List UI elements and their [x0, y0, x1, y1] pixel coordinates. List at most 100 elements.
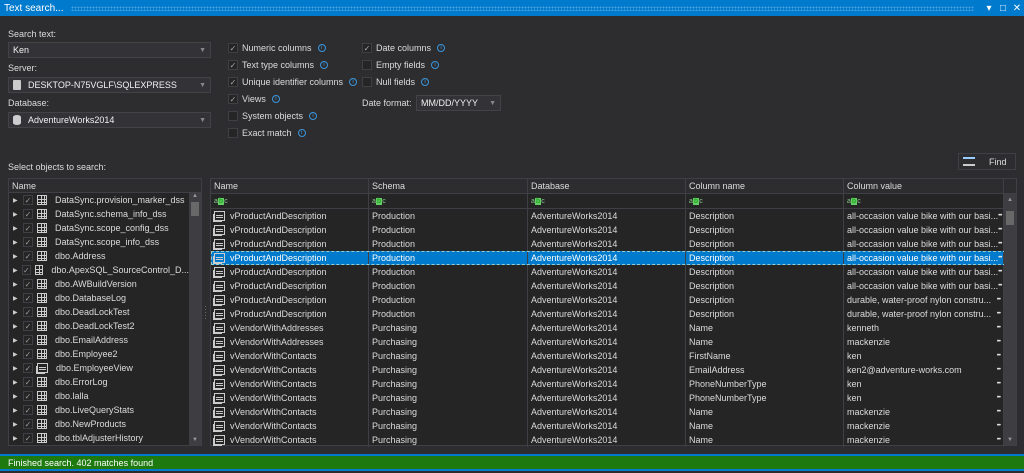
result-row[interactable]: vVendorWithContacts Purchasing AdventureWo…: [211, 377, 1016, 391]
more-button[interactable]: •••: [997, 353, 1001, 359]
option-date-columns[interactable]: ✓ Date columns i: [362, 41, 446, 54]
result-row[interactable]: vVendorWithContacts Purchasing AdventureWo…: [211, 391, 1016, 405]
more-button[interactable]: •••: [997, 409, 1001, 415]
info-icon[interactable]: i: [421, 77, 430, 86]
scroll-up-icon[interactable]: ▲: [1004, 197, 1016, 203]
scroll-thumb[interactable]: [191, 202, 199, 216]
tree-item[interactable]: ▶ ✓ dbo.lalla: [9, 389, 189, 403]
more-button[interactable]: •••: [998, 255, 1002, 261]
expand-arrow-icon[interactable]: ▶: [13, 225, 19, 232]
option-null-fields[interactable]: Null fields i: [362, 75, 445, 88]
info-icon[interactable]: i: [349, 77, 358, 86]
expand-arrow-icon[interactable]: ▶: [13, 421, 19, 428]
result-row[interactable]: vProductAndDescription Production Adventur…: [211, 223, 1016, 237]
checkbox[interactable]: ✓: [23, 195, 33, 205]
checkbox[interactable]: ✓: [23, 279, 33, 289]
expand-arrow-icon[interactable]: ▶: [13, 351, 19, 358]
chevron-down-icon[interactable]: ▼: [199, 47, 206, 54]
scroll-down-icon[interactable]: ▼: [1004, 437, 1016, 443]
checkbox[interactable]: ✓: [228, 93, 238, 104]
tree-item[interactable]: ▶ ✓ dbo.tblAdjusterHistory: [9, 431, 189, 445]
filter-cell[interactable]: abc: [528, 194, 686, 208]
chevron-down-icon[interactable]: ▼: [489, 100, 496, 107]
result-row[interactable]: vVendorWithContacts Purchasing AdventureWo…: [211, 419, 1016, 433]
more-button[interactable]: •••: [998, 283, 1002, 289]
scroll-down-icon[interactable]: ▼: [189, 437, 201, 443]
checkbox[interactable]: ✓: [228, 76, 238, 87]
result-row[interactable]: vProductAndDescription Production Adventur…: [211, 307, 1016, 321]
drag-grip[interactable]: [71, 5, 974, 11]
more-button[interactable]: •••: [997, 437, 1001, 443]
splitter-handle[interactable]: [204, 305, 207, 319]
search-text-combo[interactable]: Ken ▼: [8, 42, 211, 58]
info-icon[interactable]: i: [309, 111, 318, 120]
checkbox[interactable]: [228, 110, 238, 121]
expand-arrow-icon[interactable]: ▶: [13, 253, 19, 260]
checkbox[interactable]: ✓: [228, 59, 238, 70]
tree-item[interactable]: ▶ ✓ dbo.NewProducts: [9, 417, 189, 431]
maximize-icon[interactable]: □: [996, 3, 1010, 14]
filter-icon[interactable]: abc: [214, 197, 228, 205]
option-numeric-columns[interactable]: ✓ Numeric columns i: [228, 41, 357, 54]
expand-arrow-icon[interactable]: ▶: [13, 337, 19, 344]
checkbox[interactable]: ✓: [23, 209, 33, 219]
checkbox[interactable]: ✓: [23, 405, 33, 415]
result-row[interactable]: vVendorWithContacts Purchasing AdventureWo…: [211, 349, 1016, 363]
option-empty-fields[interactable]: Empty fields i: [362, 58, 445, 71]
column-header-column-name[interactable]: Column name: [686, 179, 844, 193]
checkbox[interactable]: ✓: [23, 237, 33, 247]
filter-cell[interactable]: abc: [686, 194, 844, 208]
checkbox[interactable]: [362, 59, 372, 70]
column-header-column-value[interactable]: Column value: [844, 179, 1004, 193]
chevron-down-icon[interactable]: ▼: [199, 82, 206, 89]
dropdown-icon[interactable]: ▾: [982, 3, 996, 14]
option-text-type-columns[interactable]: ✓ Text type columns i: [228, 58, 357, 71]
tree-item[interactable]: ▶ ✓ DataSync.scope_config_dss: [9, 221, 189, 235]
expand-arrow-icon[interactable]: ▶: [13, 379, 19, 386]
info-icon[interactable]: i: [317, 43, 326, 52]
more-button[interactable]: •••: [998, 227, 1002, 233]
checkbox[interactable]: ✓: [23, 391, 33, 401]
tree-item[interactable]: ▶ ✓ dbo.DatabaseLog: [9, 291, 189, 305]
filter-icon[interactable]: abc: [847, 197, 861, 205]
server-combo[interactable]: DESKTOP-N75VGLF\SQLEXPRESS ▼: [8, 77, 211, 93]
expand-arrow-icon[interactable]: ▶: [13, 239, 19, 246]
info-icon[interactable]: i: [320, 60, 329, 69]
checkbox[interactable]: ✓: [228, 42, 238, 53]
tree-item[interactable]: ▶ ✓ dbo.AWBuildVersion: [9, 277, 189, 291]
tree-item[interactable]: ▶ ✓ dbo.ErrorLog: [9, 375, 189, 389]
filter-cell[interactable]: abc: [211, 194, 369, 208]
checkbox[interactable]: ✓: [23, 307, 33, 317]
result-row[interactable]: vProductAndDescription Production Adventur…: [211, 209, 1016, 223]
expand-arrow-icon[interactable]: ▶: [13, 281, 19, 288]
tree-item[interactable]: ▶ ✓ dbo.Employee2: [9, 347, 189, 361]
checkbox[interactable]: ✓: [23, 251, 33, 261]
checkbox[interactable]: [362, 76, 372, 87]
checkbox[interactable]: ✓: [23, 223, 33, 233]
checkbox[interactable]: ✓: [23, 349, 33, 359]
info-icon[interactable]: i: [297, 128, 306, 137]
expand-arrow-icon[interactable]: ▶: [13, 435, 19, 442]
more-button[interactable]: •••: [997, 325, 1001, 331]
checkbox[interactable]: ✓: [23, 419, 33, 429]
more-button[interactable]: •••: [997, 395, 1001, 401]
filter-icon[interactable]: abc: [689, 197, 703, 205]
result-row[interactable]: vProductAndDescription Production Adventur…: [211, 279, 1016, 293]
results-scrollbar[interactable]: ▲ ▼: [1004, 194, 1016, 445]
filter-cell[interactable]: abc: [369, 194, 528, 208]
more-button[interactable]: •••: [997, 381, 1001, 387]
expand-arrow-icon[interactable]: ▶: [13, 197, 19, 204]
more-button[interactable]: •••: [997, 297, 1001, 303]
filter-icon[interactable]: abc: [372, 197, 386, 205]
checkbox[interactable]: ✓: [23, 293, 33, 303]
option-exact-match[interactable]: Exact match i: [228, 126, 357, 139]
filter-cell[interactable]: abc: [844, 194, 1004, 208]
tree-item[interactable]: ▶ ✓ DataSync.scope_info_dss: [9, 235, 189, 249]
tree-item[interactable]: ▶ ✓ dbo.EmployeeView: [9, 361, 189, 375]
more-button[interactable]: •••: [997, 339, 1001, 345]
chevron-down-icon[interactable]: ▼: [199, 117, 206, 124]
filter-icon[interactable]: abc: [531, 197, 545, 205]
option-system-objects[interactable]: System objects i: [228, 109, 357, 122]
more-button[interactable]: •••: [998, 241, 1002, 247]
checkbox[interactable]: ✓: [362, 42, 372, 53]
